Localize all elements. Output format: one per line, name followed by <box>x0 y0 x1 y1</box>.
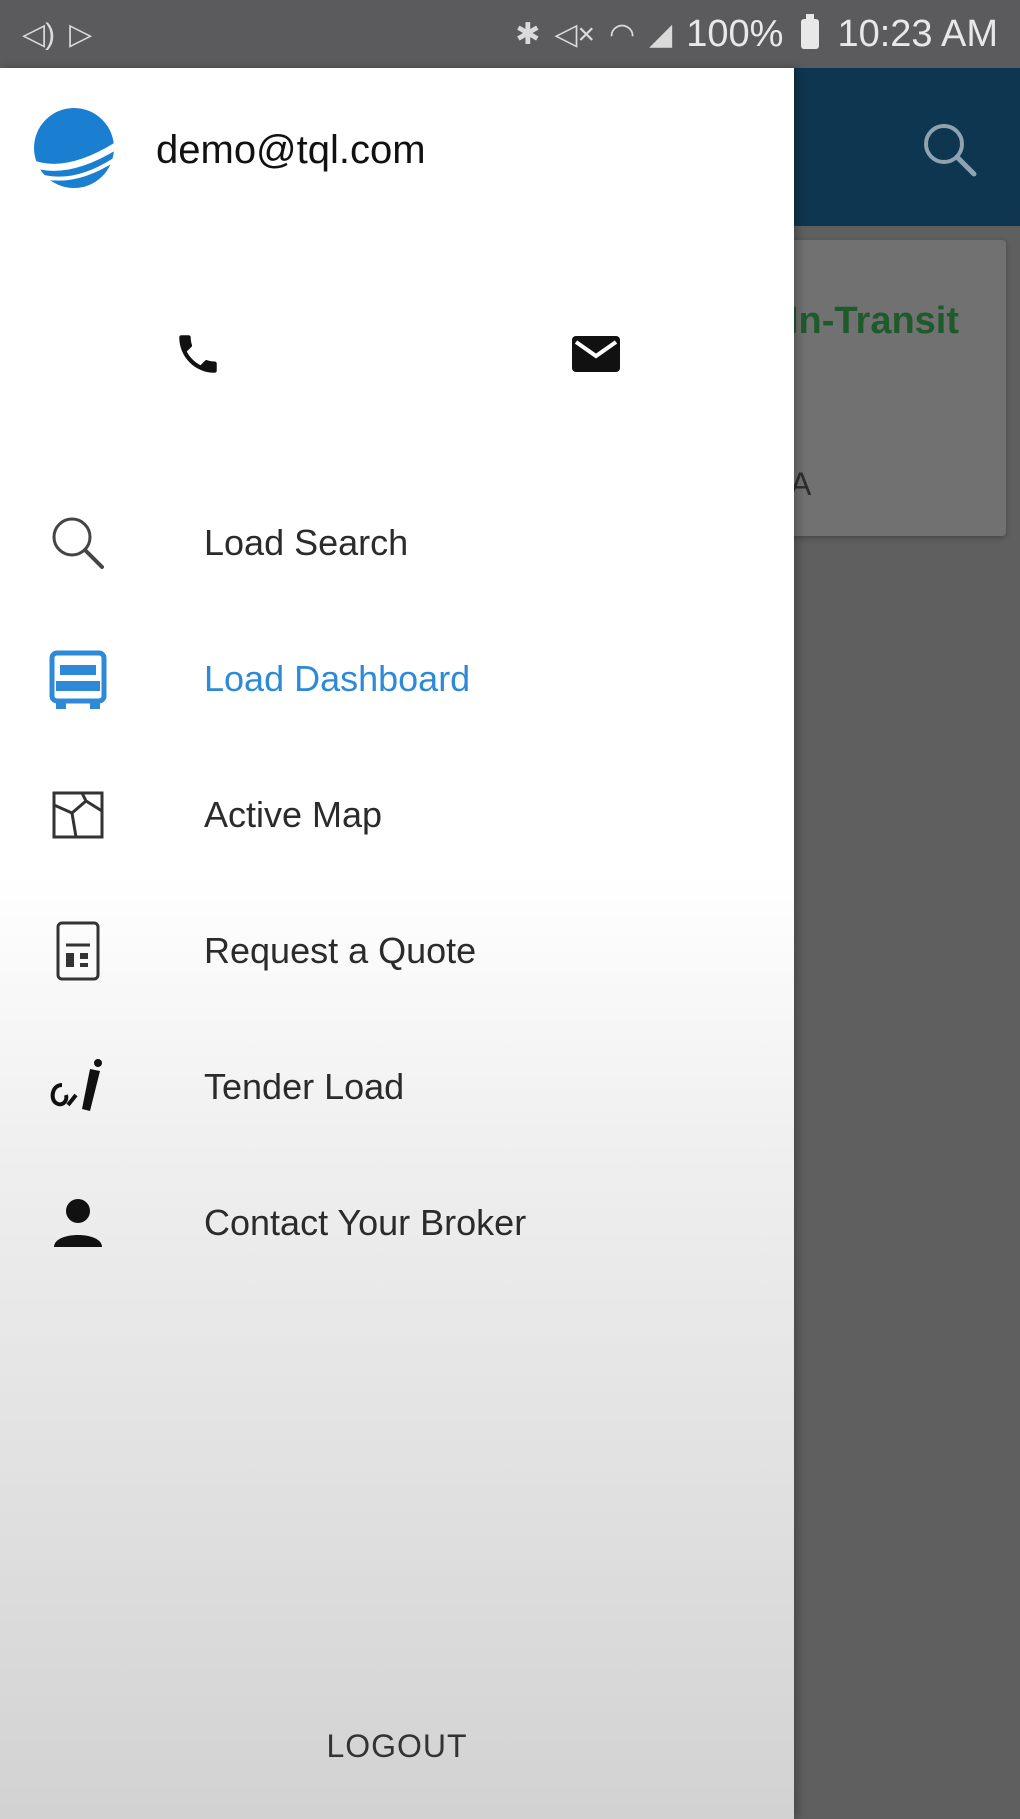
battery-icon <box>801 14 820 49</box>
tql-logo <box>26 108 118 188</box>
email-button[interactable] <box>556 314 636 394</box>
map-icon <box>46 783 110 847</box>
menu-item-tender-load[interactable]: Tender Load <box>0 1032 794 1142</box>
cast-icon: ▷ <box>69 17 93 51</box>
menu-item-load-search[interactable]: Load Search <box>0 488 794 598</box>
status-bar: ◁) ▷ ✱ ◁× ◠ ◢ 100% 10:23 AM <box>0 0 1020 68</box>
wifi-icon: ◠ <box>608 17 636 51</box>
menu-label: Tender Load <box>204 1066 405 1107</box>
load-status: In-Transit <box>788 300 960 342</box>
menu-item-load-dashboard[interactable]: Load Dashboard <box>0 624 794 734</box>
bluetooth-icon: ✱ <box>515 17 541 51</box>
battery-percent: 100% <box>686 12 784 55</box>
user-email: demo@tql.com <box>156 128 426 172</box>
volume-icon: ◁) <box>22 17 56 51</box>
menu-label: Request a Quote <box>204 930 477 971</box>
logout-button[interactable]: LOGOUT <box>0 1728 794 1765</box>
search-icon[interactable] <box>918 118 980 180</box>
status-right: ✱ ◁× ◠ ◢ 100% 10:23 AM <box>515 13 998 56</box>
menu-label: Load Dashboard <box>204 658 471 699</box>
tender-icon <box>46 1055 110 1119</box>
menu-item-request-quote[interactable]: Request a Quote <box>0 896 794 1006</box>
quote-document-icon <box>46 919 110 983</box>
phone-icon <box>179 335 217 373</box>
search-icon <box>46 511 110 575</box>
clock: 10:23 AM <box>837 12 998 55</box>
signal-icon: ◢ <box>649 17 673 51</box>
dashboard-icon <box>46 647 110 711</box>
menu-label: Load Search <box>204 522 409 563</box>
status-left: ◁) ▷ <box>22 17 92 52</box>
menu-label: Active Map <box>204 794 383 835</box>
navigation-drawer: demo@tql.com Load Search Load Dashboard … <box>0 68 794 1819</box>
person-icon <box>46 1191 110 1255</box>
mute-icon: ◁× <box>554 17 595 51</box>
call-button[interactable] <box>158 314 238 394</box>
load-card[interactable] <box>780 240 1006 536</box>
menu-item-contact-broker[interactable]: Contact Your Broker <box>0 1168 794 1278</box>
menu-label: Contact Your Broker <box>204 1202 527 1243</box>
menu-item-active-map[interactable]: Active Map <box>0 760 794 870</box>
mail-icon <box>572 336 620 372</box>
